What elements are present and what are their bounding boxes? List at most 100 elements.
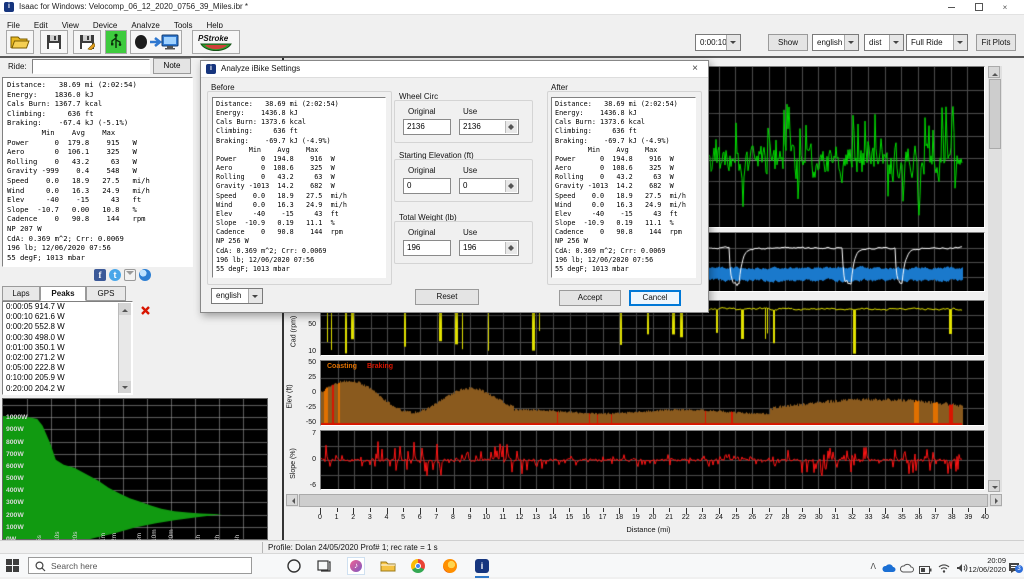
distance-tick-label: 40 xyxy=(981,514,989,521)
chevron-down-icon xyxy=(844,35,858,50)
reset-button[interactable]: Reset xyxy=(415,289,479,305)
peaks-list-item[interactable]: 0:00:05 914.7 W xyxy=(3,302,132,312)
cancel-button[interactable]: Cancel xyxy=(629,290,681,306)
peaks-list-item[interactable]: 0:00:20 552.8 W xyxy=(3,322,132,332)
elevation-chart[interactable]: CoastingBraking xyxy=(320,360,985,426)
peaks-list-item[interactable]: 0:10:00 205.9 W xyxy=(3,373,132,383)
power-duration-chart[interactable]: 1000W900W800W700W600W500W400W300W200W100… xyxy=(2,398,268,540)
peaks-list-item[interactable]: 0:00:30 498.0 W xyxy=(3,333,132,343)
distance-axis-label: Distance (mi) xyxy=(626,525,670,534)
interval-select[interactable]: 0:00:10 xyxy=(695,34,741,51)
peaks-list-item[interactable]: 0:05:00 222.8 W xyxy=(3,363,132,373)
firefox-icon[interactable] xyxy=(442,558,458,574)
dialog-titlebar[interactable]: i Analyze iBike Settings × xyxy=(201,61,708,78)
start-button[interactable] xyxy=(6,559,19,572)
peaks-scrollbar[interactable] xyxy=(118,303,131,393)
scroll-left-icon[interactable] xyxy=(286,494,298,506)
tray-expand-icon[interactable]: ᐱ xyxy=(871,562,876,571)
distance-tick-label: 17 xyxy=(599,514,607,521)
scroll-right-icon[interactable] xyxy=(990,494,1002,506)
onedrive-icon[interactable] xyxy=(882,560,896,578)
tab-laps[interactable]: Laps xyxy=(2,286,40,301)
app-window: i Isaac for Windows: Velocomp_06_12_2020… xyxy=(0,0,1024,576)
download-ride-button[interactable] xyxy=(130,30,182,54)
isaac-icon[interactable]: i xyxy=(474,558,490,574)
peaks-list-item[interactable]: 0:02:00 271.2 W xyxy=(3,353,132,363)
distance-tick-label: 4 xyxy=(385,514,389,521)
spinner-arrows-icon[interactable] xyxy=(505,121,517,133)
range-select[interactable]: Full Ride xyxy=(906,34,968,51)
maximize-button[interactable] xyxy=(968,3,990,12)
total-weight-use-spinner[interactable]: 196 xyxy=(459,240,519,256)
show-button[interactable]: Show xyxy=(768,34,808,51)
before-stats-panel: Distance: 38.69 mi (2:02:54) Energy: 143… xyxy=(212,97,386,278)
delete-peak-button[interactable] xyxy=(140,303,152,315)
twitter-icon[interactable]: t xyxy=(109,269,121,281)
spinner-arrows-icon[interactable] xyxy=(505,180,517,192)
slope-canvas[interactable] xyxy=(321,431,984,489)
peaks-list-item[interactable]: 0:01:00 350.1 W xyxy=(3,343,132,353)
distance-tick-label: 25 xyxy=(732,514,740,521)
app-icon: i xyxy=(4,2,14,12)
peaks-list-item[interactable]: 0:20:00 204.2 W xyxy=(3,384,132,394)
tab-peaks[interactable]: Peaks xyxy=(40,286,86,301)
mode-select[interactable]: dist xyxy=(864,34,904,51)
earth-icon[interactable] xyxy=(139,269,151,281)
scrollbar-thumb[interactable] xyxy=(299,494,988,507)
open-file-button[interactable] xyxy=(6,30,34,54)
dialog-close-button[interactable]: × xyxy=(688,63,702,75)
minimize-button[interactable] xyxy=(940,3,962,12)
file-explorer-icon[interactable] xyxy=(380,558,396,574)
wifi-icon[interactable] xyxy=(938,560,950,578)
device-to-computer-icon xyxy=(134,33,180,51)
scroll-up-icon[interactable] xyxy=(988,66,1000,78)
power-duration-ytick: 200W xyxy=(6,512,24,519)
spinner-arrows-icon[interactable] xyxy=(505,242,517,254)
clock[interactable]: 20:09 12/06/2020 xyxy=(954,557,1006,574)
chart-annotation-braking: Braking xyxy=(367,363,393,370)
distance-tick-label: 23 xyxy=(698,514,706,521)
email-icon[interactable] xyxy=(124,269,136,281)
dialog-language-select[interactable]: english xyxy=(211,288,263,304)
power-duration-canvas[interactable] xyxy=(3,399,267,539)
charts-vertical-scrollbar[interactable] xyxy=(988,66,1002,492)
itunes-icon[interactable]: ♪ xyxy=(348,558,364,574)
battery-icon[interactable] xyxy=(919,561,932,579)
distance-tick-mark xyxy=(769,508,770,512)
close-button[interactable]: × xyxy=(994,3,1016,12)
pstroke-button[interactable]: PStroke xyxy=(192,30,240,54)
scrollbar-thumb[interactable] xyxy=(989,79,1001,149)
task-view-icon[interactable] xyxy=(316,558,332,574)
cloud-icon[interactable] xyxy=(900,560,914,578)
scroll-down-icon[interactable] xyxy=(988,480,1000,492)
elevation-canvas[interactable] xyxy=(321,361,984,425)
peaks-list-item[interactable]: 0:30:00 204.1 W xyxy=(3,394,132,395)
usb-connect-button[interactable] xyxy=(105,30,127,54)
distance-tick-label: 13 xyxy=(532,514,540,521)
note-button[interactable]: Note xyxy=(153,58,191,74)
fit-plots-button[interactable]: Fit Plots xyxy=(976,34,1016,51)
peaks-list-item[interactable]: 0:00:10 621.6 W xyxy=(3,312,132,322)
y-axis-tick: -25 xyxy=(290,404,316,411)
search-box[interactable]: Search here xyxy=(28,557,252,574)
tab-gps[interactable]: GPS xyxy=(86,286,126,301)
facebook-icon[interactable]: f xyxy=(94,269,106,281)
units-select[interactable]: english xyxy=(812,34,859,51)
scroll-down-icon[interactable] xyxy=(119,381,131,393)
y-axis-tick: -6 xyxy=(290,482,316,489)
chrome-icon[interactable] xyxy=(410,558,426,574)
scroll-up-icon[interactable] xyxy=(119,303,131,315)
cortana-icon[interactable] xyxy=(286,558,302,574)
save-as-button[interactable] xyxy=(73,30,101,54)
use-label: Use xyxy=(463,107,477,116)
ride-input[interactable] xyxy=(32,59,150,74)
wheel-circ-use-spinner[interactable]: 2136 xyxy=(459,119,519,135)
notification-button[interactable]: 3 xyxy=(1008,560,1020,571)
slope-chart[interactable] xyxy=(320,430,985,490)
accept-button[interactable]: Accept xyxy=(559,290,621,306)
save-button[interactable] xyxy=(40,30,68,54)
charts-horizontal-scrollbar[interactable] xyxy=(286,494,1002,507)
chevron-down-icon xyxy=(248,289,262,303)
distance-tick-label: 6 xyxy=(418,514,422,521)
starting-elevation-use-spinner[interactable]: 0 xyxy=(459,178,519,194)
